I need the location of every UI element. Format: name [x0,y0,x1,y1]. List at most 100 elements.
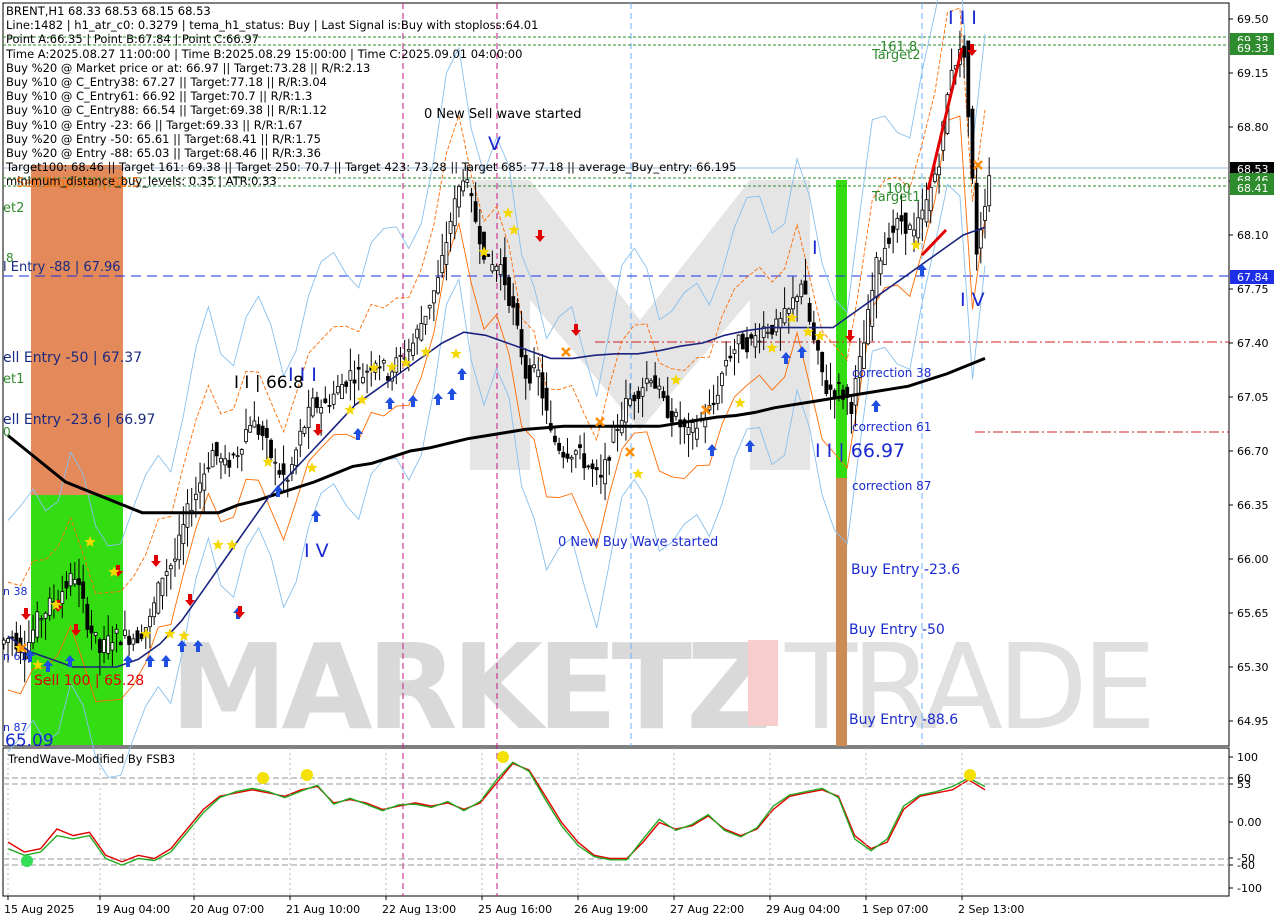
watermark-divider [748,640,778,726]
candle-body [35,611,40,638]
wave-i: I [812,237,818,259]
candle-body [903,212,908,234]
indicator-axis: 10060530.00-50-60-100 [1229,751,1262,895]
candle-body [661,391,666,399]
price-tick-label: 65.65 [1237,607,1269,620]
candle-body [962,46,967,58]
indicator-tick-label: 100 [1237,751,1258,764]
candle-body [214,442,219,457]
time-tick-label: 2 Sep 13:00 [958,903,1024,916]
candle-body [811,322,816,341]
candle-body [887,237,891,244]
candle-body [582,453,587,469]
candle-body [586,465,591,468]
target1-left-label: et1 [3,372,24,387]
candle-body [515,303,520,326]
candle-body [611,426,616,443]
candle-body [912,229,916,237]
candle-body [206,467,211,470]
candle-body [473,201,478,222]
candle-body [523,354,528,379]
info-line: Buy %20 @ Entry -88: 65.03 || Target:68.… [6,146,321,161]
candle-body [974,182,979,255]
correction-61-label: correction 61 [852,420,931,434]
candle-body [924,199,929,223]
candle-body [878,260,883,275]
candle-body [536,369,541,378]
candle-body [306,406,311,428]
candle-body [740,333,745,350]
candle-body [315,397,319,408]
candle-body [68,572,73,587]
ii-price-label: I I | 66.97 [815,440,905,462]
candle-body [102,639,106,653]
candle-body [891,225,896,233]
candle-body [248,424,253,433]
candle-body [511,296,516,308]
buy-entry-886-label: Buy Entry -88.6 [849,712,958,728]
time-tick-label: 26 Aug 19:00 [574,903,648,916]
candle-body [185,503,190,528]
candle-body [60,591,65,604]
price-tick-label: 68.80 [1237,121,1269,134]
yellow-dot-icon [497,751,509,763]
candle-body [127,635,131,645]
candle-body [319,407,324,414]
candle-body [607,457,612,461]
candle-body [264,428,269,438]
candle-body [786,308,791,314]
price-tick-label: 69.15 [1237,67,1269,80]
candle-body [106,635,111,654]
candle-body [665,395,670,418]
candle-body [799,283,804,298]
candle-body [457,186,461,208]
info-line: Buy %10 @ C_Entry88: 66.54 || Target:69.… [6,103,327,118]
candle-body [578,444,582,449]
candle-body [386,376,390,381]
candle-body [565,453,570,459]
candle-body [745,337,749,353]
info-line: Buy %10 @ C_Entry38: 67.27 || Target:77.… [6,75,327,90]
new-buy-wave-label: 0 New Buy Wave started [558,535,718,550]
info-line: Time A:2025.08.27 11:00:00 | Time B:2025… [6,46,523,61]
candle-body [344,381,349,387]
candle-body [415,328,420,339]
zero-left-label: 0 [3,425,11,439]
candle-body [820,351,825,373]
candle-body [394,357,399,373]
time-tick-label: 15 Aug 2025 [4,903,74,916]
info-line: Buy %20 @ Market price or at: 66.97 || T… [6,60,371,75]
entry-50-label: ell Entry -50 | 67.37 [3,350,142,366]
candle-body [406,349,411,352]
candle-body [323,398,328,403]
price-tick-label: 67.75 [1237,283,1269,296]
candle-body [164,571,169,576]
candle-body [160,577,165,597]
candle-body [862,342,866,369]
wave-iv-right: I V [960,289,985,311]
candle-body [444,242,449,265]
target1-label: Target1 [871,190,921,205]
candle-body [636,390,641,399]
price-tick-label: 66.35 [1237,499,1269,512]
candle-body [31,629,35,644]
candle-body [477,225,482,245]
candle-body [97,639,102,653]
candle-body [983,206,987,221]
indicator-tick-label: -100 [1237,882,1262,895]
candle-body [419,322,424,341]
target2-left-label: et2 [3,201,24,216]
candle-body [131,638,136,645]
candle-body [987,175,992,207]
candle-body [227,459,232,468]
candle-body [553,435,557,443]
candle-body [590,463,595,470]
left-price-label: 65.09 [5,731,54,751]
candle-body [294,449,298,466]
green-zone-right [836,180,847,478]
candle-body [928,186,933,212]
candle-body [81,581,86,599]
correction-87-label: correction 87 [852,479,931,493]
candle-body [870,289,875,327]
candle-body [490,264,495,272]
